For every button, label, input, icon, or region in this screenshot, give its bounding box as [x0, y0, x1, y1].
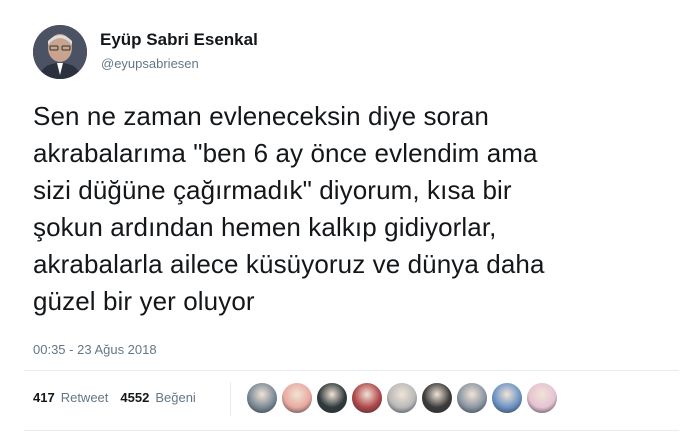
liker-avatar-7-icon[interactable]	[456, 382, 488, 414]
liker-avatars	[246, 382, 561, 414]
author-name[interactable]: Eyüp Sabri Esenkal	[100, 30, 258, 50]
retweet-label[interactable]: Retweet	[61, 390, 109, 405]
tweet-card: Eyüp Sabri Esenkal @eyupsabriesen Sen ne…	[0, 0, 690, 444]
liker-avatar-9-icon[interactable]	[526, 382, 558, 414]
liker-avatar-4-icon[interactable]	[351, 382, 383, 414]
retweet-count[interactable]: 417	[33, 390, 55, 405]
person-avatar-icon	[33, 25, 87, 79]
tweet-timestamp[interactable]: 00:35 - 23 Ağus 2018	[33, 342, 157, 357]
liker-avatar-2-icon[interactable]	[281, 382, 313, 414]
liker-avatar-3-icon[interactable]	[316, 382, 348, 414]
like-label[interactable]: Beğeni	[155, 390, 195, 405]
liker-avatar-5-icon[interactable]	[386, 382, 418, 414]
author-avatar[interactable]	[33, 25, 87, 79]
divider	[24, 430, 679, 431]
author-handle[interactable]: @eyupsabriesen	[101, 56, 199, 71]
tweet-text: Sen ne zaman evleneceksin diye soran akr…	[33, 101, 545, 316]
liker-avatar-6-icon[interactable]	[421, 382, 453, 414]
tweet-stats: 417 Retweet 4552 Beğeni	[33, 390, 208, 405]
divider	[24, 370, 679, 371]
like-count[interactable]: 4552	[120, 390, 149, 405]
liker-avatar-1-icon[interactable]	[246, 382, 278, 414]
stats-separator	[230, 382, 231, 416]
liker-avatar-8-icon[interactable]	[491, 382, 523, 414]
